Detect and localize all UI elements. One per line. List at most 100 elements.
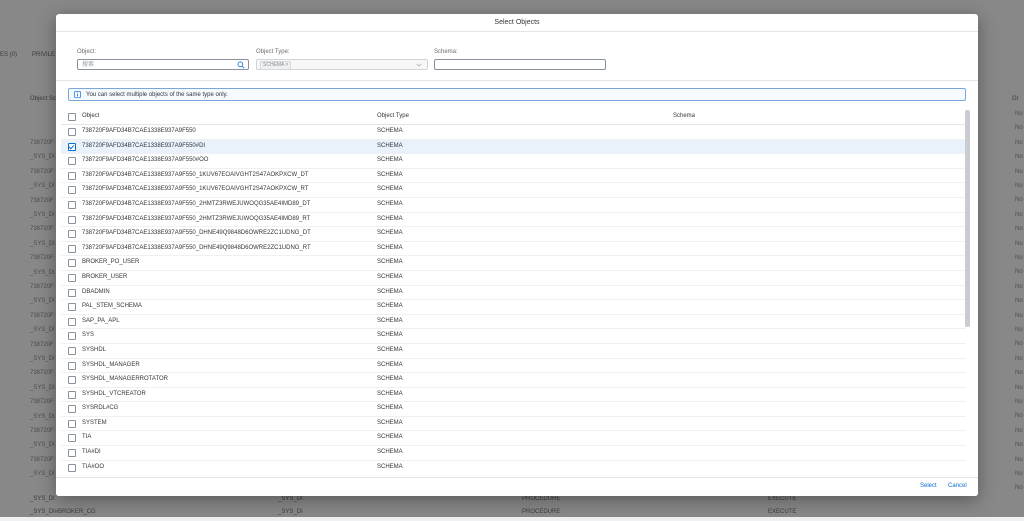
object-type-cell: SCHEMA: [377, 244, 403, 251]
table-row[interactable]: SYS SCHEMA: [61, 329, 966, 344]
row-checkbox[interactable]: [68, 273, 76, 282]
table-row[interactable]: TIA SCHEMA: [61, 431, 966, 447]
row-checkbox[interactable]: [68, 419, 76, 428]
object-cell: SYSHDL_MANAGER: [82, 361, 140, 368]
row-checkbox[interactable]: [68, 288, 76, 297]
row-checkbox[interactable]: [68, 376, 76, 385]
row-checkbox[interactable]: [68, 171, 76, 180]
row-checkbox[interactable]: [68, 128, 76, 136]
object-cell: 738720F9AFD34B7CAE1338E937A9F550_2HMTZ3R…: [82, 200, 311, 207]
table-row[interactable]: 738720F9AFD34B7CAE1338E937A9F550_1KUV67E…: [61, 183, 966, 198]
table-row[interactable]: SYSHDL SCHEMA: [61, 344, 966, 359]
object-type-cell: SCHEMA: [377, 332, 403, 339]
row-checkbox[interactable]: [68, 215, 76, 224]
object-cell: BROKER_PO_USER: [82, 259, 140, 266]
filter-bar: Object: Object Type: SCHEMA × Schema:: [56, 32, 978, 81]
object-type-cell: SCHEMA: [377, 346, 403, 353]
object-type-cell: SCHEMA: [377, 288, 403, 295]
table-row[interactable]: 738720F9AFD34B7CAE1338E937A9F550#DI SCHEM…: [61, 139, 966, 155]
table-row[interactable]: 738720F9AFD34B7CAE1338E937A9F550_2HMTZ3R…: [61, 213, 966, 228]
column-header-object-type[interactable]: Object Type: [377, 113, 409, 119]
object-cell: SAP_PA_APL: [82, 317, 120, 324]
table-scrollbar[interactable]: [965, 110, 970, 327]
table-row[interactable]: 738720F9AFD34B7CAE1338E937A9F550 SCHEMA: [61, 125, 966, 140]
row-checkbox[interactable]: [68, 186, 76, 195]
object-cell: TIA#OO: [82, 463, 105, 470]
table-row[interactable]: BROKER_USER SCHEMA: [61, 271, 966, 286]
table-row[interactable]: TIA#OO SCHEMA: [61, 461, 966, 472]
table-row[interactable]: SYSRDL#CG SCHEMA: [61, 402, 966, 417]
table-header-row: Object Object Type Schema: [61, 110, 966, 125]
row-checkbox[interactable]: [68, 405, 76, 414]
object-search-field[interactable]: [77, 59, 249, 70]
table-row[interactable]: 738720F9AFD34B7CAE1338E937A9F550_DHNE49Q…: [61, 227, 966, 242]
object-type-cell: SCHEMA: [377, 390, 403, 397]
object-type-cell: SCHEMA: [377, 405, 403, 412]
object-type-cell: SCHEMA: [377, 419, 403, 426]
object-search-input[interactable]: [78, 60, 236, 69]
row-checkbox[interactable]: [68, 449, 76, 458]
cancel-button[interactable]: Cancel: [948, 483, 967, 489]
table-row[interactable]: 738720F9AFD34B7CAE1338E937A9F550_2HMTZ3R…: [61, 198, 966, 213]
row-checkbox[interactable]: [68, 303, 76, 312]
table-row[interactable]: SAP_PA_APL SCHEMA: [61, 315, 966, 330]
row-checkbox[interactable]: [68, 244, 76, 253]
object-type-token[interactable]: SCHEMA ×: [260, 61, 292, 70]
table-row[interactable]: SYSHDL_MANAGER SCHEMA: [61, 359, 966, 374]
dialog-title: Select Objects: [56, 14, 978, 32]
row-checkbox[interactable]: [68, 463, 76, 472]
object-type-cell: SCHEMA: [377, 376, 403, 383]
row-checkbox[interactable]: [68, 200, 76, 209]
row-checkbox[interactable]: [68, 346, 76, 355]
table-row[interactable]: DBADMIN SCHEMA: [61, 286, 966, 301]
info-icon: [74, 91, 81, 98]
select-button[interactable]: Select: [920, 483, 937, 489]
row-checkbox[interactable]: [68, 157, 76, 166]
object-cell: SYSHDL_MANAGERROTATOR: [82, 376, 169, 383]
select-objects-dialog: Select Objects Object: Object Type: SCHE…: [56, 14, 978, 496]
object-cell: TIA: [82, 434, 92, 441]
row-checkbox[interactable]: [68, 361, 76, 370]
object-cell: SYS: [82, 332, 95, 339]
object-cell: 738720F9AFD34B7CAE1338E937A9F550_1KUV67E…: [82, 171, 309, 178]
object-cell: PAL_STEM_SCHEMA: [82, 303, 142, 310]
table-row[interactable]: PAL_STEM_SCHEMA SCHEMA: [61, 300, 966, 315]
schema-input[interactable]: [435, 60, 593, 69]
chevron-down-icon[interactable]: [415, 61, 423, 69]
table-row[interactable]: 738720F9AFD34B7CAE1338E937A9F550_1KUV67E…: [61, 169, 966, 184]
column-header-object[interactable]: Object: [82, 113, 99, 119]
object-type-cell: SCHEMA: [377, 230, 403, 237]
object-cell: TIA#DI: [82, 449, 101, 456]
info-message-strip: You can select multiple objects of the s…: [68, 88, 966, 101]
object-type-cell: SCHEMA: [377, 142, 403, 149]
schema-filter-label: Schema:: [434, 49, 458, 55]
row-checkbox[interactable]: [68, 434, 76, 443]
table-row[interactable]: TIA#DI SCHEMA: [61, 446, 966, 461]
row-checkbox[interactable]: [68, 332, 76, 341]
table-row[interactable]: SYSHDL_VTCREATOR SCHEMA: [61, 388, 966, 403]
select-all-checkbox[interactable]: [68, 113, 76, 121]
row-checkbox[interactable]: [68, 142, 76, 151]
object-type-cell: SCHEMA: [377, 317, 403, 324]
schema-field[interactable]: [434, 59, 606, 70]
table-row[interactable]: 738720F9AFD34B7CAE1338E937A9F550_DHNE49Q…: [61, 242, 966, 257]
object-cell: DBADMIN: [82, 288, 110, 295]
object-type-cell: SCHEMA: [377, 259, 403, 266]
dialog-footer: Select Cancel: [56, 477, 978, 496]
row-checkbox[interactable]: [68, 230, 76, 239]
object-cell: SYSRDL#CG: [82, 405, 119, 412]
object-type-cell: SCHEMA: [377, 200, 403, 207]
object-type-select[interactable]: SCHEMA ×: [256, 59, 428, 70]
table-row[interactable]: BROKER_PO_USER SCHEMA: [61, 256, 966, 271]
row-checkbox[interactable]: [68, 317, 76, 326]
search-icon[interactable]: [237, 61, 245, 69]
object-cell: BROKER_USER: [82, 273, 128, 280]
object-type-cell: SCHEMA: [377, 449, 403, 456]
column-header-schema[interactable]: Schema: [673, 113, 695, 119]
row-checkbox[interactable]: [68, 390, 76, 399]
object-type-cell: SCHEMA: [377, 157, 403, 164]
row-checkbox[interactable]: [68, 259, 76, 268]
table-row[interactable]: SYSTEM SCHEMA: [61, 417, 966, 432]
table-row[interactable]: SYSHDL_MANAGERROTATOR SCHEMA: [61, 373, 966, 388]
table-row[interactable]: 738720F9AFD34B7CAE1338E937A9F550#OO SCHEM…: [61, 154, 966, 169]
